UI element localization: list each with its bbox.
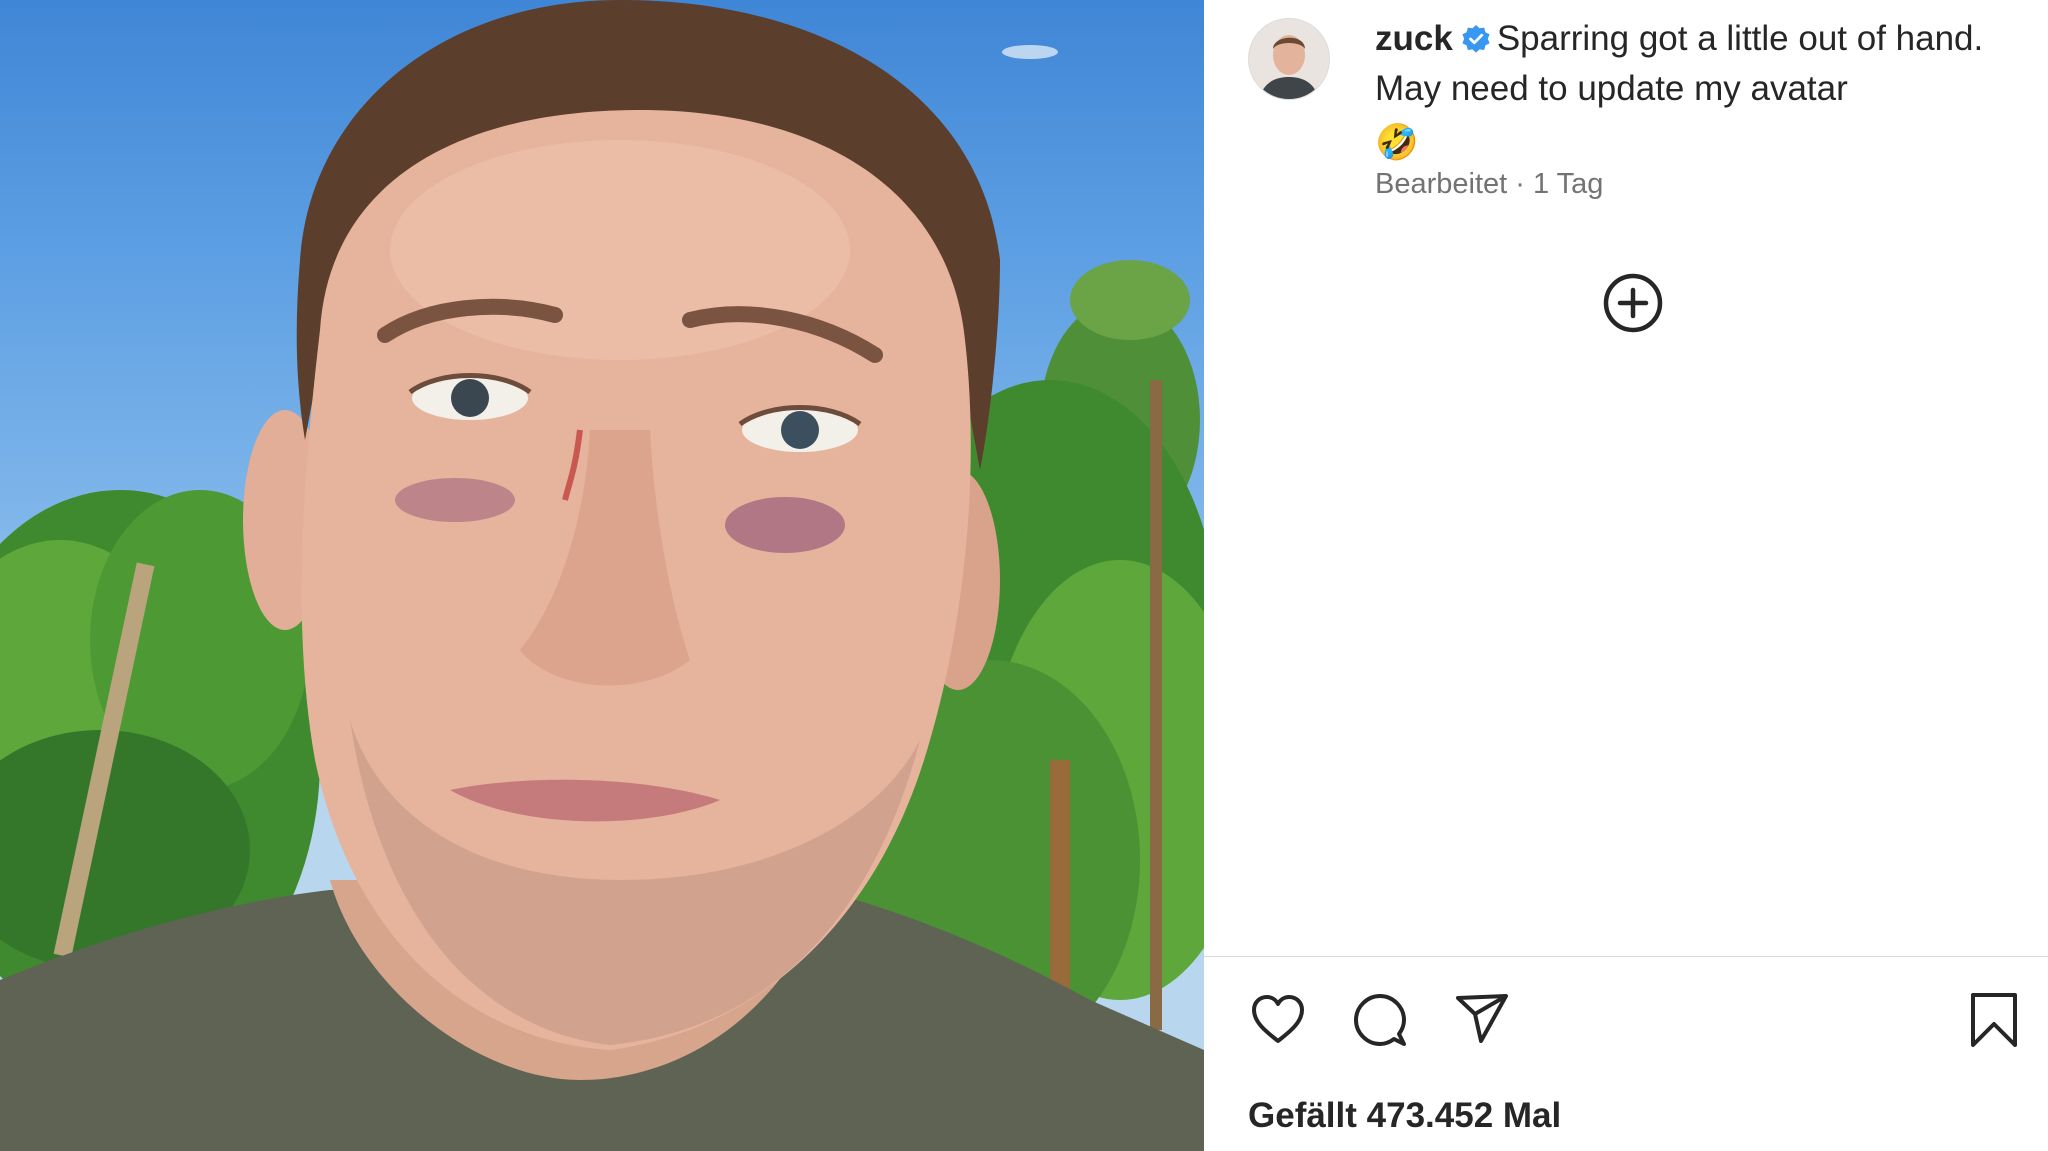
- post-time[interactable]: 1 Tag: [1533, 168, 1603, 200]
- post-meta: Bearbeitet · 1 Tag: [1375, 168, 1603, 201]
- paper-plane-icon[interactable]: [1452, 990, 1512, 1050]
- post-caption: zuck Sparring got a little out of hand. …: [1375, 16, 2015, 166]
- instagram-post-view: zuck Sparring got a little out of hand. …: [0, 0, 2048, 1151]
- comment-icon[interactable]: [1350, 990, 1410, 1050]
- likes-count[interactable]: Gefällt 473.452 Mal: [1248, 1096, 1561, 1136]
- avatar-image: [1249, 19, 1329, 99]
- selfie-image: [0, 0, 1204, 1151]
- plus-circle-icon[interactable]: [1602, 272, 1664, 334]
- avatar[interactable]: [1248, 18, 1330, 100]
- post-photo[interactable]: [0, 0, 1204, 1151]
- post-details-panel: zuck Sparring got a little out of hand. …: [1204, 0, 2048, 1151]
- divider: [1204, 956, 2048, 957]
- verified-badge-icon: [1461, 20, 1491, 66]
- bookmark-icon[interactable]: [1964, 990, 2024, 1050]
- heart-icon[interactable]: [1248, 990, 1308, 1050]
- edited-label: Bearbeitet: [1375, 168, 1508, 200]
- rofl-emoji: 🤣: [1375, 123, 1419, 162]
- username-link[interactable]: zuck: [1375, 19, 1453, 58]
- meta-separator: ·: [1515, 168, 1525, 200]
